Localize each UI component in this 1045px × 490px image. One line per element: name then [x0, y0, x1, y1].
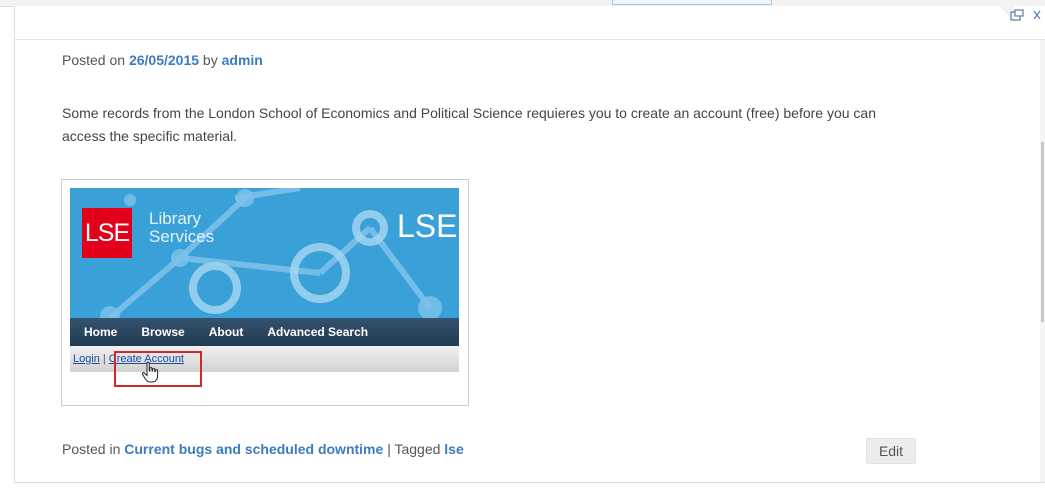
post-footer: Posted in Current bugs and scheduled dow…	[62, 441, 464, 457]
services-line: Services	[149, 227, 215, 246]
author-link[interactable]: admin	[222, 52, 263, 68]
library-services-label: Library Services	[149, 210, 214, 246]
lse-right-title: LSE	[397, 208, 458, 244]
popout-icon[interactable]	[1006, 6, 1028, 24]
lse-navbar: Home Browse About Advanced Search	[70, 318, 459, 346]
nav-about: About	[208, 325, 244, 339]
content-frame-left	[14, 6, 15, 482]
edit-button[interactable]: Edit	[866, 438, 916, 464]
content-frame-bottom	[14, 482, 1045, 483]
nav-advanced-search: Advanced Search	[267, 325, 369, 339]
lse-screenshot-figure: LSE Library Services LSE Home Browse Abo…	[61, 179, 469, 406]
hand-cursor-icon	[141, 361, 159, 383]
post-meta: Posted on 26/05/2015 by admin	[62, 52, 263, 68]
posted-in-label: Posted in	[62, 441, 121, 457]
tag-link[interactable]: lse	[444, 441, 463, 457]
nav-home: Home	[84, 325, 118, 339]
active-tab-edge[interactable]	[612, 0, 772, 5]
login-link: Login	[73, 353, 100, 365]
nav-browse: Browse	[141, 325, 185, 339]
category-link[interactable]: Current bugs and scheduled downtime	[124, 441, 383, 457]
close-icon[interactable]	[1033, 6, 1045, 24]
login-separator: |	[102, 353, 106, 365]
post-body: Some records from the London School of E…	[62, 105, 877, 144]
lse-logo: LSE	[82, 208, 132, 258]
scrollbar-thumb[interactable]	[1041, 142, 1044, 322]
posted-on-label: Posted on	[62, 52, 126, 68]
page-header-band	[15, 6, 1045, 40]
lse-banner: LSE Library Services LSE	[70, 188, 459, 318]
library-line: Library	[149, 209, 201, 228]
post-date-link[interactable]: 26/05/2015	[129, 52, 199, 68]
by-label: by	[202, 52, 218, 68]
tagged-label: | Tagged	[387, 441, 441, 457]
